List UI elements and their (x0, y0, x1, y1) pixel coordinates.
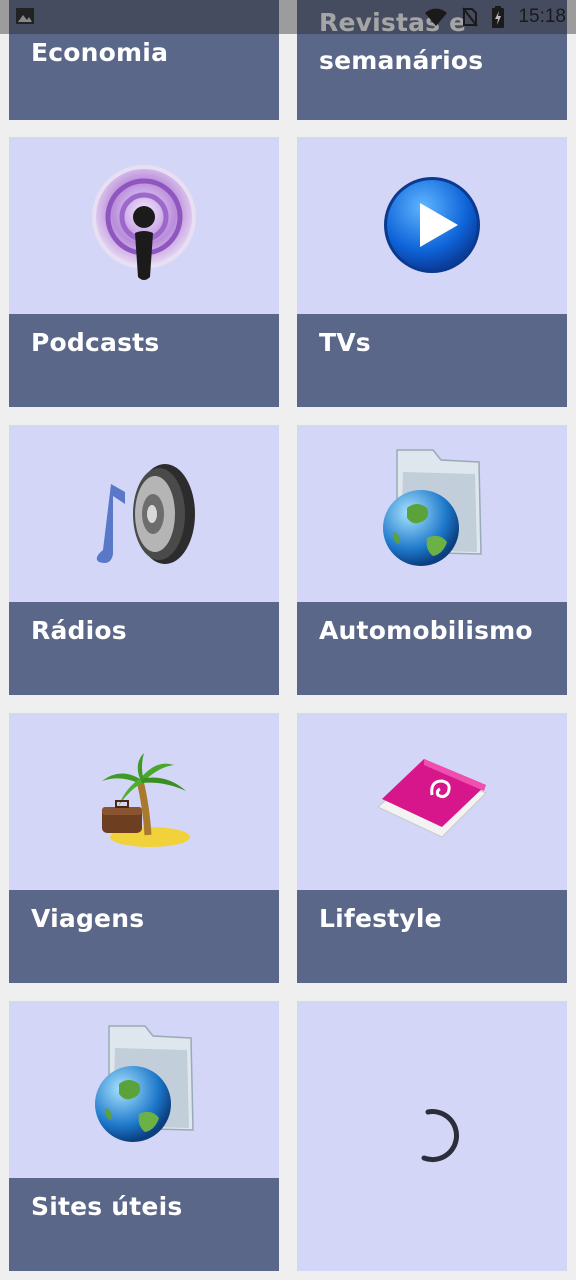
category-tile-podcasts[interactable]: Podcasts (9, 137, 279, 407)
status-bar: 15:18 (0, 0, 576, 34)
battery-charging-icon (492, 6, 505, 28)
category-tile-viagens[interactable]: Viagens (9, 713, 279, 983)
tile-label-bar: Lifestyle (297, 890, 567, 983)
globe-folder-icon (383, 449, 482, 566)
category-tile-loading[interactable] (297, 1001, 567, 1271)
tile-label-bar: Viagens (9, 890, 279, 983)
tile-label-bar: Automobilismo (297, 602, 567, 695)
tile-label: TVs (319, 328, 371, 357)
category-tile-sites-uteis[interactable]: Sites úteis (9, 1001, 279, 1271)
no-sim-icon (462, 7, 479, 27)
category-tile-radios[interactable]: Rádios (9, 425, 279, 695)
category-tile-automobilismo[interactable]: Automobilismo (297, 425, 567, 695)
tile-label: Economia (31, 38, 169, 67)
category-tile-tvs[interactable]: TVs (297, 137, 567, 407)
tile-label-bar: Rádios (9, 602, 279, 695)
clock: 15:18 (518, 6, 566, 27)
podcast-icon (92, 165, 196, 280)
tile-label: Automobilismo (319, 616, 533, 645)
speaker-music-icon (96, 464, 195, 564)
play-icon (384, 177, 480, 273)
tile-label: Viagens (31, 904, 145, 933)
palm-island-icon (102, 753, 190, 847)
category-tile-lifestyle[interactable]: Lifestyle (297, 713, 567, 983)
debian-book-icon (377, 759, 487, 838)
image-icon (16, 8, 34, 24)
wifi-icon (425, 8, 448, 26)
tile-label-bar: TVs (297, 314, 567, 407)
tile-label: Podcasts (31, 328, 160, 357)
tile-label: Lifestyle (319, 904, 442, 933)
globe-folder-icon (95, 1025, 194, 1142)
tile-label-bar: Sites úteis (9, 1178, 279, 1271)
tile-label: Sites úteis (31, 1192, 183, 1221)
tile-label: Rádios (31, 616, 127, 645)
loading-spinner-icon (421, 1109, 459, 1163)
tile-label-bar: Podcasts (9, 314, 279, 407)
